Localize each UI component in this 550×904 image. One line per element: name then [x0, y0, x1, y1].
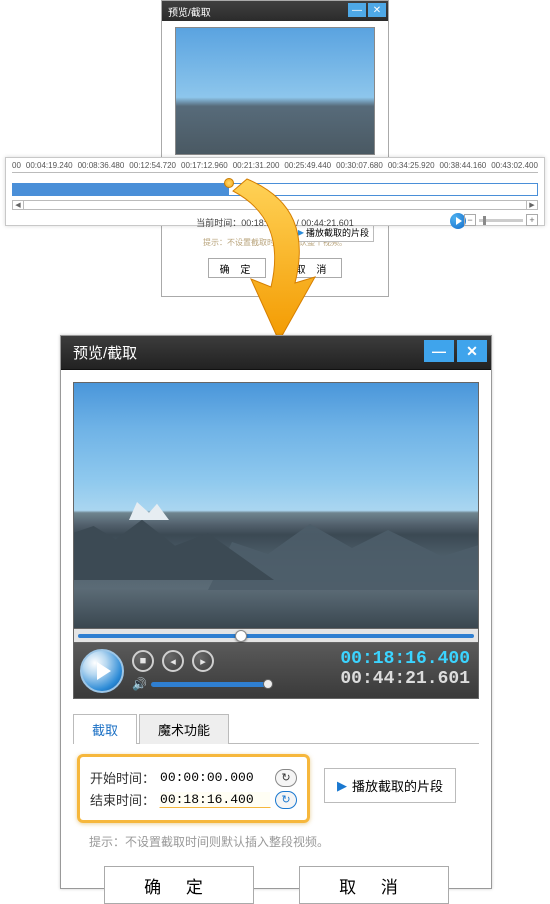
video-preview	[73, 382, 479, 629]
volume-icon: 🔊	[132, 677, 147, 691]
current-time: 00:18:16.400	[340, 649, 470, 669]
step-forward-button[interactable]: ▸	[192, 650, 214, 672]
time-highlight-box: 开始时间： ↻ 结束时间： ↻	[77, 754, 310, 823]
time-display: 00:18:16.400 00:44:21.601	[340, 649, 470, 689]
minimize-button[interactable]: —	[348, 3, 366, 17]
timeline-fill	[13, 184, 229, 195]
cancel-button[interactable]: 取 消	[284, 258, 342, 278]
seek-knob[interactable]	[235, 630, 247, 642]
stop-button[interactable]: ■	[132, 650, 154, 672]
large-preview-dialog: 预览/截取 — ✕ ■ ◂ ▸ 🔊	[60, 335, 492, 889]
timeline-tick-labels: 00 00:04:19.240 00:08:36.480 00:12:54.72…	[6, 158, 544, 170]
tick-label: 00:30:07.680	[336, 161, 383, 170]
tick-label: 00:21:31.200	[233, 161, 280, 170]
timeline-handle[interactable]	[224, 178, 234, 188]
current-time-value: 00:18:16.240 / 00:44:21.601	[241, 218, 354, 228]
step-back-button[interactable]: ◂	[162, 650, 184, 672]
set-start-to-current-button[interactable]: ↻	[275, 769, 297, 787]
titlebar: 预览/截取 — ✕	[61, 336, 491, 370]
tab-label: 魔术功能	[158, 723, 210, 738]
cancel-label: 取 消	[296, 261, 331, 276]
tick-label: 00:25:49.440	[284, 161, 331, 170]
ok-button[interactable]: 确 定	[104, 866, 254, 904]
tab-row: 截取 魔术功能	[73, 713, 479, 744]
hint-text: 提示：不设置截取时间则默认插入整段视频。	[89, 833, 479, 850]
start-time-row: 开始时间： ↻	[90, 768, 297, 787]
start-time-input[interactable]	[159, 769, 271, 786]
play-icon: ▶	[337, 778, 347, 794]
tab-label: 截取	[92, 723, 118, 738]
timeline-current-time: 当前时间：00:18:16.240 / 00:44:21.601	[196, 216, 354, 229]
small-preview-dialog: 预览/截取 — ✕ 当前时间：00:18:16.240 / 00:44:21.6…	[161, 0, 389, 297]
play-clip-button[interactable]: ▶ 播放截取的片段	[324, 768, 456, 803]
ok-button[interactable]: 确 定	[208, 258, 266, 278]
zoom-in-button[interactable]: +	[526, 214, 538, 226]
tick-label: 00:17:12.960	[181, 161, 228, 170]
play-clip-label: 播放截取的片段	[352, 776, 443, 795]
timeline-track[interactable]	[12, 183, 538, 196]
video-preview	[175, 27, 375, 155]
ok-label: 确 定	[220, 261, 255, 276]
title: 预览/截取	[168, 4, 211, 19]
seek-bar[interactable]	[73, 629, 479, 643]
scroll-left-button[interactable]: ◀	[12, 200, 24, 210]
tick-label: 00:08:36.480	[78, 161, 125, 170]
tick-label: 00:04:19.240	[26, 161, 73, 170]
play-button[interactable]	[80, 649, 124, 693]
close-button[interactable]: ✕	[368, 3, 386, 17]
player-controls: ■ ◂ ▸ 🔊 00:18:16.400 00:44:21.601	[73, 643, 479, 699]
zoom-slider[interactable]	[479, 219, 523, 222]
scroll-track[interactable]	[24, 200, 526, 210]
volume-slider[interactable]	[151, 682, 269, 687]
minimize-button[interactable]: —	[424, 340, 454, 362]
current-time-label: 当前时间：	[196, 218, 241, 228]
zoom-controls: − +	[464, 214, 538, 226]
tick-label: 00:34:25.920	[388, 161, 435, 170]
tab-clip[interactable]: 截取	[73, 714, 137, 744]
tab-magic[interactable]: 魔术功能	[139, 714, 229, 744]
zoom-out-button[interactable]: −	[464, 214, 476, 226]
end-time-input[interactable]	[159, 791, 271, 808]
tick-label: 00	[12, 161, 21, 170]
end-time-row: 结束时间： ↻	[90, 790, 297, 809]
cancel-button[interactable]: 取 消	[299, 866, 449, 904]
timeline-scrollbar[interactable]: ◀ ▶	[12, 200, 538, 210]
tick-label: 00:12:54.720	[129, 161, 176, 170]
total-time: 00:44:21.601	[340, 669, 470, 689]
title: 预览/截取	[73, 342, 137, 363]
start-time-label: 开始时间：	[90, 768, 155, 787]
tick-label: 00:43:02.400	[491, 161, 538, 170]
timeline-scale	[12, 172, 538, 182]
scroll-right-button[interactable]: ▶	[526, 200, 538, 210]
tick-label: 00:38:44.160	[440, 161, 487, 170]
end-time-label: 结束时间：	[90, 790, 155, 809]
volume-knob[interactable]	[263, 679, 273, 689]
close-button[interactable]: ✕	[457, 340, 487, 362]
timeline-panel: 00 00:04:19.240 00:08:36.480 00:12:54.72…	[5, 157, 545, 226]
set-end-to-current-button[interactable]: ↻	[275, 791, 297, 809]
titlebar: 预览/截取 — ✕	[162, 1, 388, 21]
